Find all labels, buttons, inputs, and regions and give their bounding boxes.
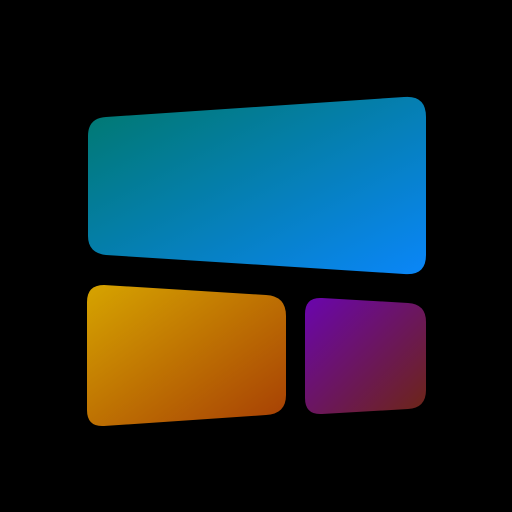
bottom-left-tile — [87, 285, 286, 427]
app-icon-canvas — [0, 0, 512, 512]
widget-layout-icon — [87, 96, 426, 427]
bottom-right-tile — [305, 297, 426, 415]
top-tile — [88, 96, 426, 275]
